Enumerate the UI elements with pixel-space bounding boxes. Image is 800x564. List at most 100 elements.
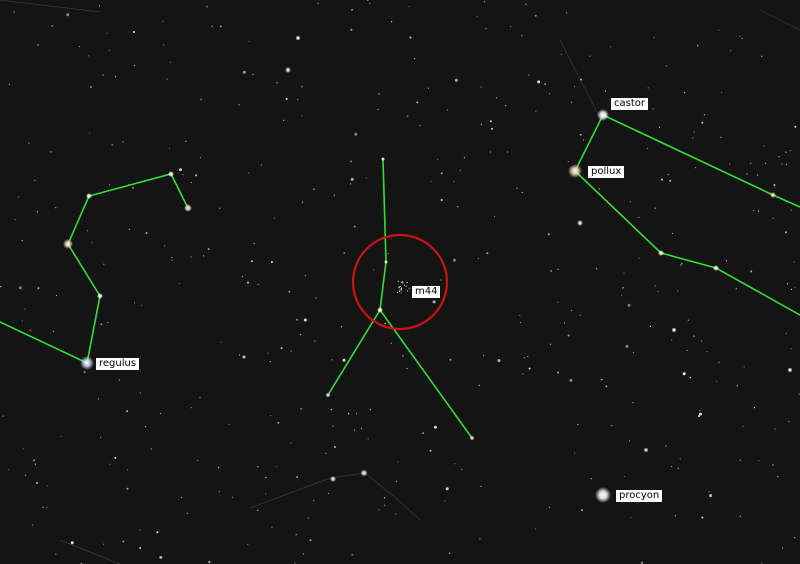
- background-star: [197, 459, 199, 461]
- constellation-lines: [0, 114, 800, 439]
- background-star: [219, 25, 222, 28]
- background-star: [66, 13, 70, 17]
- background-star: [296, 476, 299, 478]
- background-star: [97, 398, 99, 400]
- background-star: [46, 506, 48, 508]
- cluster-star: [400, 288, 402, 290]
- background-star: [317, 2, 319, 4]
- background-star: [703, 114, 706, 116]
- background-star: [671, 339, 673, 341]
- background-star: [369, 409, 371, 411]
- background-star: [391, 21, 393, 23]
- background-star: [507, 151, 509, 153]
- background-star: [761, 562, 763, 564]
- background-star: [353, 225, 356, 228]
- background-star: [548, 506, 551, 508]
- background-star: [785, 332, 787, 334]
- background-star: [156, 531, 159, 534]
- background-star: [788, 421, 790, 423]
- background-star: [397, 461, 399, 463]
- background-star: [354, 132, 358, 136]
- background-star: [349, 183, 351, 185]
- cluster-star: [396, 291, 399, 294]
- background-star: [693, 131, 695, 133]
- background-star: [519, 314, 521, 316]
- cancer-star: [381, 157, 385, 161]
- background-star: [750, 162, 752, 164]
- background-star: [774, 186, 776, 188]
- background-star: [625, 344, 629, 348]
- background-star: [790, 288, 793, 290]
- background-star: [454, 78, 458, 82]
- background-star: [416, 101, 419, 104]
- background-star: [126, 410, 129, 413]
- background-star: [623, 272, 625, 274]
- background-star: [437, 158, 439, 160]
- background-star: [483, 1, 485, 3]
- bright-star: [295, 35, 301, 41]
- background-star: [549, 343, 552, 345]
- background-star: [785, 151, 787, 153]
- background-star: [283, 119, 285, 121]
- background-star: [300, 85, 303, 88]
- background-star: [139, 547, 142, 549]
- background-star: [109, 463, 111, 465]
- background-star: [159, 555, 163, 559]
- background-star: [87, 230, 89, 232]
- background-star: [674, 515, 677, 517]
- background-star: [453, 181, 455, 183]
- background-star: [219, 207, 221, 209]
- background-star: [171, 259, 173, 261]
- background-star: [427, 87, 429, 89]
- background-star: [753, 209, 755, 211]
- cluster-star: [402, 281, 404, 283]
- background-star: [238, 104, 240, 106]
- leo-star: [184, 204, 192, 212]
- background-star: [590, 478, 592, 480]
- background-star: [494, 215, 496, 218]
- background-star: [34, 179, 36, 181]
- background-star: [102, 74, 104, 76]
- background-star: [171, 256, 173, 259]
- background-star: [485, 27, 487, 30]
- cancer-line-southwest: [327, 309, 381, 396]
- background-star: [725, 260, 728, 262]
- background-star: [741, 38, 743, 40]
- background-star: [343, 252, 346, 254]
- background-star: [604, 90, 607, 92]
- background-star: [330, 409, 332, 411]
- background-star: [260, 164, 262, 166]
- background-star: [218, 467, 220, 469]
- cancer-star: [469, 435, 475, 441]
- background-star: [686, 349, 688, 352]
- background-star: [355, 413, 358, 415]
- background-star: [49, 150, 52, 153]
- background-star: [629, 201, 632, 203]
- background-star: [739, 515, 741, 517]
- gemini-star: [713, 265, 719, 271]
- background-star: [440, 279, 442, 281]
- background-star: [489, 120, 492, 123]
- cluster-star: [407, 290, 409, 292]
- background-star: [785, 163, 788, 165]
- background-star: [489, 151, 491, 153]
- background-star: [29, 329, 32, 332]
- background-star: [325, 452, 327, 454]
- background-star: [624, 475, 626, 477]
- background-star: [661, 178, 663, 181]
- background-star: [168, 147, 170, 149]
- background-star: [2, 415, 4, 417]
- cluster-star: [397, 280, 399, 282]
- background-star: [378, 93, 380, 95]
- background-star: [567, 160, 569, 163]
- background-star: [257, 283, 259, 285]
- background-star: [228, 423, 230, 425]
- background-star: [313, 500, 315, 502]
- background-star: [528, 74, 530, 76]
- background-star: [449, 358, 452, 361]
- gemini-star: [770, 192, 776, 198]
- procyon-star: [595, 487, 611, 503]
- bright-star: [787, 367, 793, 373]
- background-star: [118, 379, 120, 381]
- background-star: [190, 181, 192, 184]
